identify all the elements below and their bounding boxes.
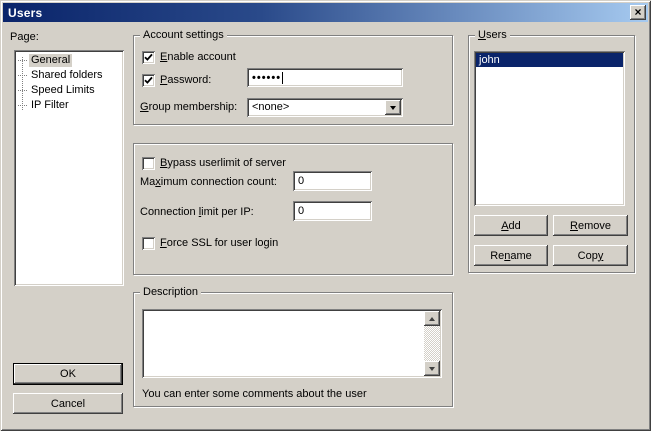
close-icon[interactable]: × (630, 5, 646, 20)
tree-branch-icon (18, 105, 27, 106)
rename-button-label: Rename (490, 250, 532, 262)
cancel-button[interactable]: Cancel (13, 393, 123, 414)
chevron-down-icon (390, 106, 396, 113)
account-settings-title: Account settings (140, 29, 227, 42)
tree-branch-icon (18, 90, 27, 91)
tree-item-label: General (29, 54, 72, 67)
group-membership-label: Group membership: (140, 101, 237, 114)
checkmark-icon (144, 53, 153, 62)
title-bar[interactable]: Users × (3, 3, 648, 22)
description-hint: You can enter some comments about the us… (142, 388, 367, 401)
copy-button-label: Copy (578, 250, 604, 262)
tree-item-label: IP Filter (29, 99, 71, 112)
bypass-userlimit-checkbox[interactable]: Bypass userlimit of server (142, 157, 286, 170)
tree-branch-icon (18, 60, 27, 61)
sidebar-item-ip-filter[interactable]: IP Filter (14, 98, 124, 113)
tree-branch-icon (18, 75, 27, 76)
description-title: Description (140, 286, 201, 299)
force-ssl-checkbox[interactable]: Force SSL for user login (142, 237, 278, 250)
rename-user-button[interactable]: Rename (474, 245, 548, 266)
users-listbox: john (474, 51, 625, 206)
page-label: Page: (10, 31, 39, 44)
description-scrollbar[interactable] (424, 311, 440, 376)
tree-item-label: Speed Limits (29, 84, 97, 97)
checkbox[interactable] (142, 74, 155, 87)
copy-user-button[interactable]: Copy (553, 245, 628, 266)
max-connection-value: 0 (298, 175, 304, 187)
text-caret (282, 72, 283, 84)
ip-limit-input[interactable]: 0 (293, 201, 372, 221)
checkbox[interactable] (142, 157, 155, 170)
sidebar-item-shared-folders[interactable]: Shared folders (14, 68, 124, 83)
sidebar-item-general[interactable]: General (14, 53, 124, 68)
password-checkbox[interactable]: Password: (142, 74, 211, 87)
users-dialog: Users × Page: General Shared folders Spe… (0, 0, 651, 431)
checkbox[interactable] (142, 51, 155, 64)
add-user-button[interactable]: Add (474, 215, 548, 236)
triangle-down-icon (429, 367, 435, 374)
enable-account-checkbox[interactable]: Enable account (142, 51, 236, 64)
force-ssl-label: Force SSL for user login (160, 237, 278, 250)
enable-account-label: Enable account (160, 51, 236, 64)
remove-button-label: Remove (570, 220, 611, 232)
password-input[interactable]: •••••• (247, 68, 403, 87)
group-membership-value: <none> (252, 101, 289, 114)
bypass-userlimit-label: Bypass userlimit of server (160, 157, 286, 170)
triangle-up-icon (429, 314, 435, 321)
ok-button[interactable]: OK (13, 363, 123, 385)
password-masked-value: •••••• (252, 72, 281, 84)
ok-button-label: OK (60, 368, 76, 380)
tree-item-label: Shared folders (29, 69, 105, 82)
max-connection-label: Maximum connection count: (140, 176, 277, 189)
window-title: Users (8, 6, 42, 20)
checkbox[interactable] (142, 237, 155, 250)
checkmark-icon (144, 76, 153, 85)
max-connection-input[interactable]: 0 (293, 171, 372, 191)
remove-user-button[interactable]: Remove (553, 215, 628, 236)
ip-limit-label: Connection limit per IP: (140, 206, 254, 219)
group-membership-select[interactable]: <none> (247, 98, 403, 117)
ip-limit-value: 0 (298, 205, 304, 217)
scroll-down-button[interactable] (424, 361, 440, 376)
page-tree: General Shared folders Speed Limits IP F… (14, 50, 124, 286)
list-item-john[interactable]: john (476, 53, 623, 67)
combo-dropdown-button[interactable] (385, 100, 401, 115)
add-button-label: Add (501, 220, 521, 232)
description-text (146, 312, 422, 375)
sidebar-item-speed-limits[interactable]: Speed Limits (14, 83, 124, 98)
scroll-up-button[interactable] (424, 311, 440, 326)
description-textarea[interactable] (142, 309, 442, 378)
cancel-button-label: Cancel (51, 398, 85, 410)
password-label: Password: (160, 74, 211, 87)
users-group-title: Users (475, 29, 510, 42)
